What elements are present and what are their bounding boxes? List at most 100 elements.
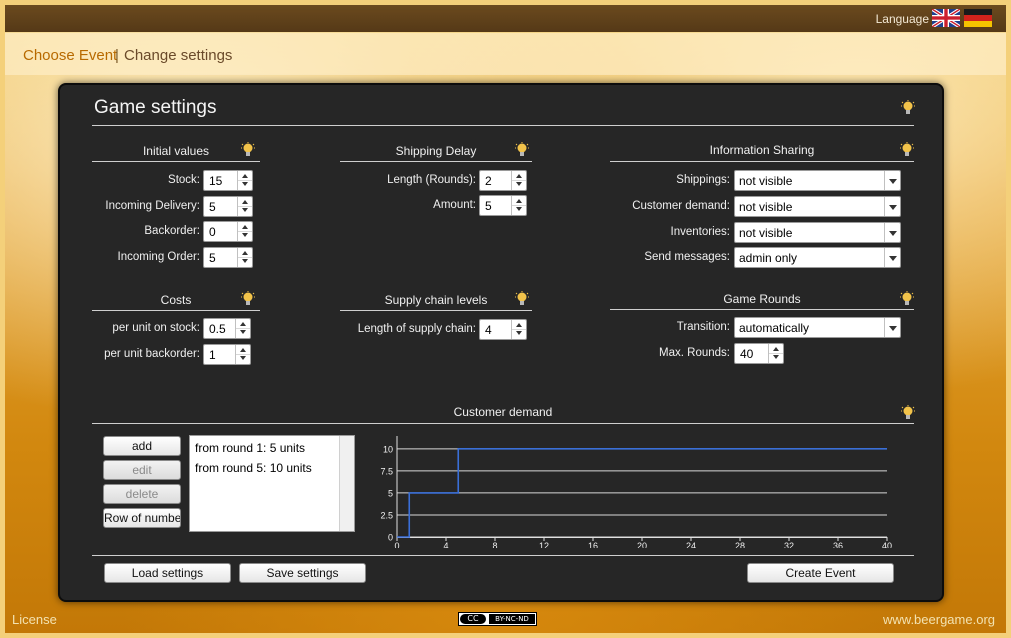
supply-chain-title: Supply chain levels bbox=[384, 293, 488, 307]
max-rounds-label: Max. Rounds: bbox=[659, 347, 730, 359]
customer-demand-chart: 0 2.5 5 7.5 10 0 4 8 12 16 20 24 28 32 36 40 bbox=[366, 434, 893, 548]
cc-badge-text: BY-NC-ND bbox=[489, 614, 535, 624]
stock-label: Stock: bbox=[168, 174, 200, 186]
inventories-label: Inventories: bbox=[670, 226, 730, 238]
incoming-delivery-label: Incoming Delivery: bbox=[105, 200, 200, 212]
incoming-order-label: Incoming Order: bbox=[117, 251, 200, 263]
x-tick-label: 12 bbox=[539, 541, 549, 548]
add-demand-button[interactable]: add bbox=[103, 436, 181, 456]
germany-flag-icon[interactable] bbox=[964, 9, 992, 27]
load-settings-button[interactable]: Load settings bbox=[104, 563, 231, 583]
transition-select[interactable]: automatically bbox=[734, 317, 901, 338]
cost-backorder-stepper[interactable]: 1 bbox=[203, 344, 251, 365]
help-bulb-icon[interactable] bbox=[241, 291, 255, 309]
x-tick-label: 36 bbox=[833, 541, 843, 548]
backorder-stepper[interactable]: 0 bbox=[203, 221, 253, 242]
cost-stock-stepper[interactable]: 0.5 bbox=[203, 318, 251, 339]
footer-divider bbox=[92, 555, 914, 556]
incoming-order-stepper[interactable]: 5 bbox=[203, 247, 253, 268]
backorder-label: Backorder: bbox=[144, 225, 200, 237]
nav-bar: Choose Event | Change settings bbox=[5, 33, 1006, 75]
x-tick-label: 0 bbox=[394, 541, 399, 548]
transition-label: Transition: bbox=[676, 321, 730, 333]
information-sharing-title: Information Sharing bbox=[709, 143, 815, 157]
help-bulb-icon[interactable] bbox=[515, 142, 529, 160]
delete-demand-button[interactable]: delete bbox=[103, 484, 181, 504]
help-bulb-icon[interactable] bbox=[241, 142, 255, 160]
edit-demand-button[interactable]: edit bbox=[103, 460, 181, 480]
help-bulb-icon[interactable] bbox=[901, 405, 915, 423]
y-tick-label: 10 bbox=[383, 444, 393, 454]
shipping-amount-stepper[interactable]: 5 bbox=[479, 195, 527, 216]
y-tick-label: 5 bbox=[388, 488, 393, 498]
section-divider bbox=[340, 161, 532, 162]
costs-title: Costs bbox=[160, 293, 192, 307]
help-bulb-icon[interactable] bbox=[515, 291, 529, 309]
page-background: Language Choose Event | Change settings … bbox=[5, 5, 1006, 633]
shippings-select[interactable]: not visible bbox=[734, 170, 901, 191]
section-divider bbox=[92, 161, 260, 162]
send-messages-select[interactable]: admin only bbox=[734, 247, 901, 268]
chevron-down-icon bbox=[889, 179, 897, 184]
customer-demand-title: Customer demand bbox=[453, 405, 553, 419]
cost-backorder-label: per unit backorder: bbox=[104, 348, 200, 360]
demand-list[interactable]: from round 1: 5 units from round 5: 10 u… bbox=[189, 435, 355, 532]
customer-demand-label: Customer demand: bbox=[632, 200, 730, 212]
help-bulb-icon[interactable] bbox=[901, 100, 915, 118]
top-bar: Language bbox=[5, 5, 1006, 32]
x-tick-label: 28 bbox=[735, 541, 745, 548]
help-bulb-icon[interactable] bbox=[900, 291, 914, 309]
x-tick-label: 32 bbox=[784, 541, 794, 548]
initial-values-title: Initial values bbox=[142, 144, 210, 158]
cc-logo-icon: CC bbox=[460, 614, 486, 624]
incoming-delivery-stepper[interactable]: 5 bbox=[203, 196, 253, 217]
x-tick-label: 20 bbox=[637, 541, 647, 548]
cc-license-badge[interactable]: CC BY-NC-ND bbox=[458, 612, 537, 626]
section-divider bbox=[340, 310, 532, 311]
cost-stock-label: per unit on stock: bbox=[112, 322, 200, 334]
help-bulb-icon[interactable] bbox=[900, 142, 914, 160]
shipping-length-stepper[interactable]: 2 bbox=[479, 170, 527, 191]
supply-chain-length-stepper[interactable]: 4 bbox=[479, 319, 527, 340]
save-settings-button[interactable]: Save settings bbox=[239, 563, 366, 583]
shipping-length-label: Length (Rounds): bbox=[387, 174, 476, 186]
list-item[interactable]: from round 5: 10 units bbox=[195, 461, 312, 475]
x-tick-label: 8 bbox=[492, 541, 497, 548]
chevron-down-icon bbox=[889, 326, 897, 331]
x-tick-label: 4 bbox=[443, 541, 448, 548]
x-tick-label: 40 bbox=[882, 541, 892, 548]
customer-demand-select[interactable]: not visible bbox=[734, 196, 901, 217]
row-of-numbers-button[interactable]: Row of numbe bbox=[103, 508, 181, 528]
nav-change-settings[interactable]: Change settings bbox=[124, 47, 232, 64]
shipping-delay-title: Shipping Delay bbox=[395, 144, 477, 158]
list-item[interactable]: from round 1: 5 units bbox=[195, 441, 305, 455]
nav-separator: | bbox=[115, 47, 119, 64]
chevron-down-icon bbox=[889, 231, 897, 236]
create-event-button[interactable]: Create Event bbox=[747, 563, 894, 583]
y-tick-label: 2.5 bbox=[380, 510, 393, 520]
max-rounds-stepper[interactable]: 40 bbox=[734, 343, 784, 364]
site-link[interactable]: www.beergame.org bbox=[883, 612, 995, 627]
x-tick-label: 24 bbox=[686, 541, 696, 548]
uk-flag-icon[interactable] bbox=[932, 9, 960, 27]
nav-choose-event[interactable]: Choose Event bbox=[23, 47, 117, 64]
shipping-amount-label: Amount: bbox=[433, 199, 476, 211]
shippings-label: Shippings: bbox=[676, 174, 730, 186]
y-tick-label: 0 bbox=[388, 533, 393, 543]
stock-stepper[interactable]: 15 bbox=[203, 170, 253, 191]
list-scrollbar[interactable] bbox=[339, 436, 354, 531]
section-divider bbox=[92, 423, 914, 424]
y-tick-label: 7.5 bbox=[380, 466, 393, 476]
inventories-select[interactable]: not visible bbox=[734, 222, 901, 243]
chevron-down-icon bbox=[889, 256, 897, 261]
send-messages-label: Send messages: bbox=[644, 251, 730, 263]
title-divider bbox=[92, 125, 914, 126]
chevron-down-icon bbox=[889, 205, 897, 210]
settings-panel: Game settings Initial values Stock: 15 I… bbox=[58, 83, 944, 602]
game-rounds-title: Game Rounds bbox=[723, 292, 801, 306]
x-tick-label: 16 bbox=[588, 541, 598, 548]
language-label: Language bbox=[875, 12, 929, 26]
license-link[interactable]: License bbox=[12, 612, 57, 627]
chart-background bbox=[366, 434, 893, 548]
section-divider bbox=[92, 310, 260, 311]
